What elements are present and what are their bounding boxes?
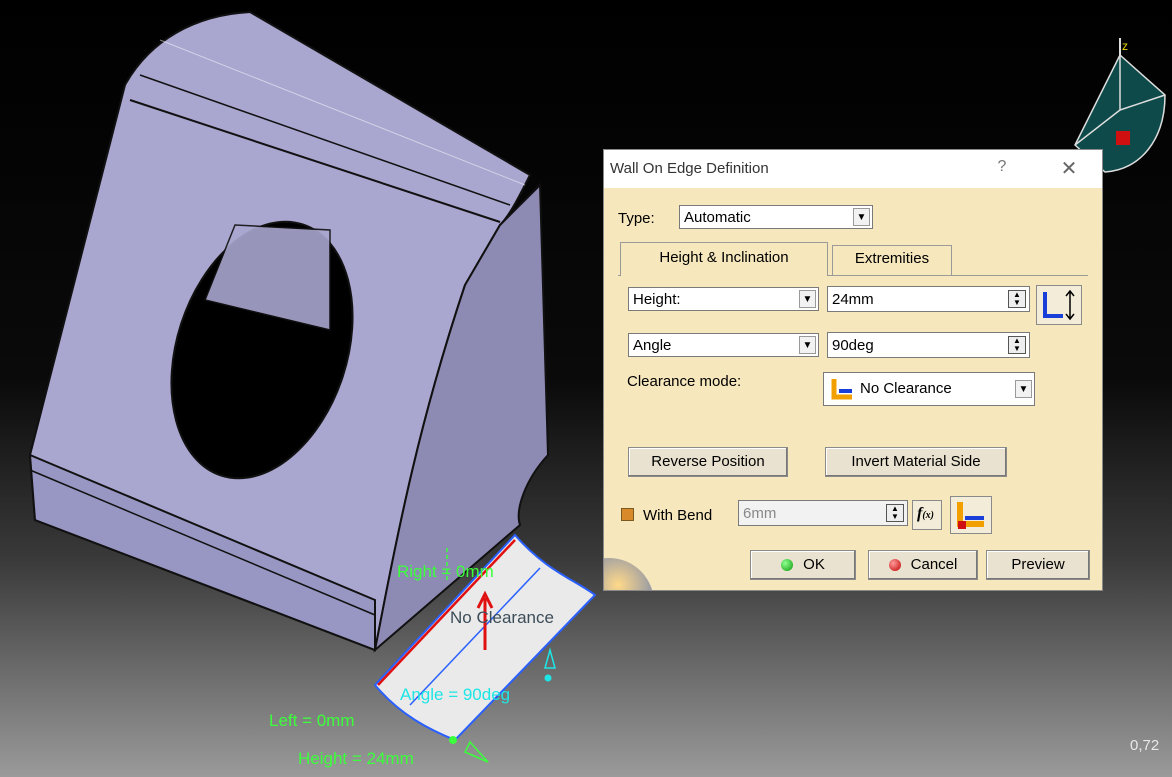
height-mode-select[interactable]: Height: ▼: [628, 287, 819, 311]
ok-icon: [781, 559, 794, 572]
clearance-mode-label: Clearance mode:: [627, 373, 742, 390]
help-button[interactable]: ?: [992, 158, 1012, 180]
chevron-down-icon[interactable]: ▼: [853, 208, 870, 226]
chevron-down-icon[interactable]: ▼: [799, 336, 816, 354]
angle-input[interactable]: 90deg ▲ ▼: [827, 332, 1030, 358]
height-mode-value: Height:: [633, 291, 681, 308]
tab-height-inclination[interactable]: Height & Inclination: [620, 242, 828, 276]
bend-radius-value: 6mm: [743, 505, 777, 522]
spinner-icon[interactable]: ▲ ▼: [1008, 290, 1026, 308]
height-type-button[interactable]: [1036, 285, 1082, 325]
dialog-titlebar[interactable]: Wall On Edge Definition ? ✕: [604, 150, 1102, 188]
bend-parameters-icon: [957, 502, 984, 529]
type-label: Type:: [618, 210, 655, 227]
formula-button[interactable]: f(x): [912, 500, 942, 530]
zoom-readout: 0,72: [1130, 737, 1160, 754]
angle-mode-select[interactable]: Angle ▼: [628, 333, 819, 357]
height-label[interactable]: Height = 24mm: [298, 749, 414, 769]
ok-label: OK: [803, 556, 825, 573]
clearance-label[interactable]: No Clearance: [450, 608, 554, 628]
handle-dot: [449, 736, 457, 744]
reverse-position-button[interactable]: Reverse Position: [628, 447, 788, 477]
invert-material-side-button[interactable]: Invert Material Side: [825, 447, 1007, 477]
right-extremity-label[interactable]: Right = 0mm: [397, 562, 494, 582]
ok-button[interactable]: OK: [750, 550, 856, 580]
dimension-marker: [544, 647, 556, 669]
spinner-icon[interactable]: ▲ ▼: [886, 504, 904, 522]
cancel-label: Cancel: [910, 556, 958, 573]
tab-extremities[interactable]: Extremities: [832, 245, 952, 275]
watermark-globe: [604, 550, 676, 590]
angle-label[interactable]: Angle = 90deg: [400, 685, 510, 705]
clearance-mode-select[interactable]: No Clearance ▼: [823, 372, 1035, 406]
dialog-title: Wall On Edge Definition: [610, 160, 769, 177]
cancel-icon: [888, 559, 901, 572]
dimension-marker: [463, 740, 489, 763]
angle-mode-value: Angle: [633, 337, 672, 354]
angle-value: 90deg: [832, 337, 874, 354]
left-extremity-label[interactable]: Left = 0mm: [269, 711, 355, 731]
compass-axis-label: z: [1122, 39, 1128, 53]
chevron-down-icon[interactable]: ▼: [1015, 380, 1032, 398]
spinner-icon[interactable]: ▲ ▼: [1008, 336, 1026, 354]
bend-radius-input[interactable]: 6mm ▲ ▼: [738, 500, 908, 526]
chevron-down-icon[interactable]: ▼: [799, 290, 816, 308]
formula-icon: f(x): [917, 505, 934, 522]
height-measure-icon: [1043, 289, 1075, 321]
preview-button[interactable]: Preview: [986, 550, 1090, 580]
no-clearance-icon: [831, 379, 852, 400]
handle-dot: [544, 674, 552, 682]
type-select[interactable]: Automatic ▼: [679, 205, 873, 229]
height-input[interactable]: 24mm ▲ ▼: [827, 286, 1030, 312]
close-button[interactable]: ✕: [1056, 156, 1082, 182]
with-bend-label: With Bend: [643, 507, 713, 524]
clearance-mode-value: No Clearance: [860, 380, 952, 397]
with-bend-checkbox[interactable]: [621, 508, 634, 521]
cancel-button[interactable]: Cancel: [868, 550, 978, 580]
type-value: Automatic: [684, 209, 751, 226]
bend-parameters-button[interactable]: [950, 496, 992, 534]
wall-on-edge-dialog: Wall On Edge Definition ? ✕ Type: Automa…: [603, 149, 1103, 591]
height-value: 24mm: [832, 291, 874, 308]
